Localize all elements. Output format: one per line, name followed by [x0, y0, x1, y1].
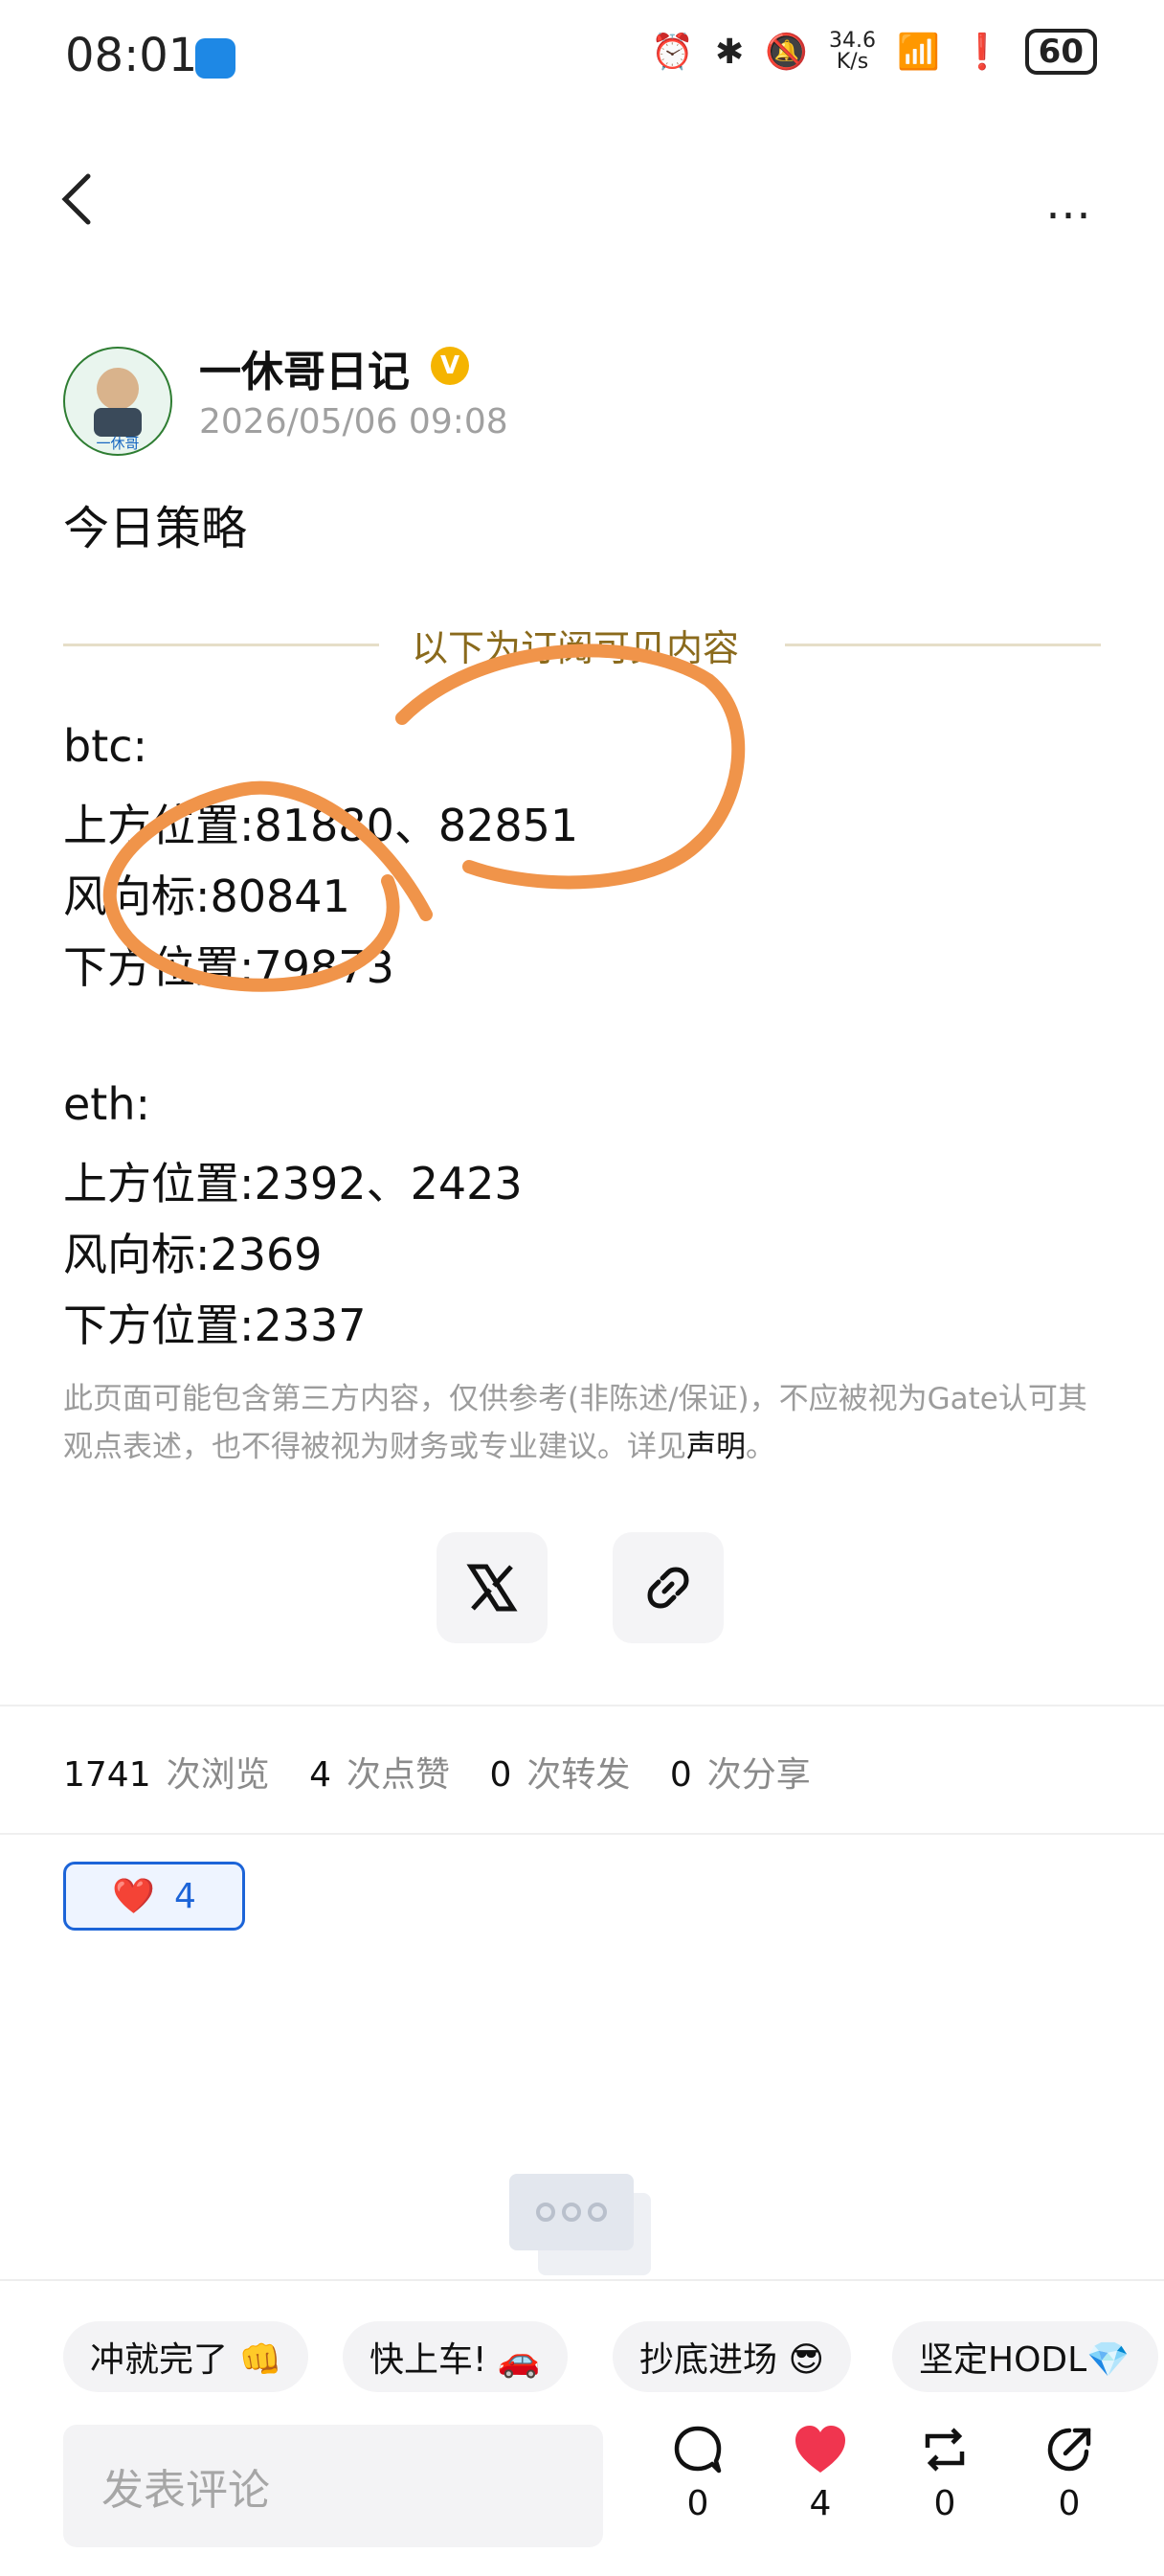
- reposts-count: 0: [489, 1755, 512, 1795]
- comment-input[interactable]: 发表评论: [63, 2425, 603, 2547]
- disclaimer-link[interactable]: 声明: [686, 1430, 746, 1464]
- copy-link-button[interactable]: [613, 1532, 724, 1643]
- wifi-icon: 📶: [897, 33, 940, 72]
- comment-action[interactable]: 0: [655, 2423, 741, 2523]
- post-date: 2026/05/06 09:08: [199, 402, 508, 441]
- x-logo-icon: [466, 1564, 518, 1612]
- disclaimer-body: 此页面可能包含第三方内容，仅供参考(非陈述/保证)，不应被视为Gate认可其观点…: [63, 1382, 1087, 1464]
- views-label: 次浏览: [166, 1755, 270, 1795]
- likes-count: 4: [309, 1755, 331, 1795]
- repost-icon: [925, 2428, 965, 2472]
- alarm-icon: ⏰: [651, 33, 695, 72]
- likes-label: 次点赞: [347, 1755, 451, 1795]
- eth-heading: eth:: [63, 1078, 150, 1130]
- share-icon: [1047, 2428, 1091, 2472]
- views-count: 1741: [63, 1755, 151, 1795]
- post-headline: 今日策略: [63, 502, 248, 555]
- eth-indicator: 风向标:2369: [63, 1229, 323, 1280]
- heart-filled-icon: [795, 2426, 845, 2473]
- like-count: 4: [809, 2484, 832, 2523]
- shares-count: 0: [669, 1755, 692, 1795]
- comment-icon: [674, 2426, 722, 2474]
- shares-label: 次分享: [706, 1755, 811, 1795]
- verified-icon: V: [431, 347, 469, 385]
- speed-unit: K/s: [836, 50, 869, 74]
- empty-comments-icon: [509, 2174, 651, 2275]
- share-count: 0: [1058, 2484, 1081, 2523]
- disclaimer-end: 。: [746, 1430, 775, 1464]
- back-icon[interactable]: [59, 170, 94, 228]
- repost-count: 0: [933, 2484, 956, 2523]
- mute-bell-icon: 🔕: [765, 33, 809, 72]
- divider: [0, 1833, 1164, 1835]
- speed-value: 34.6: [829, 29, 877, 53]
- eth-upper: 上方位置:2392、2423: [63, 1158, 523, 1209]
- divider: [0, 1705, 1164, 1706]
- post-stats: 1741 次浏览 4 次点赞 0 次转发 0 次分享: [63, 1747, 839, 1796]
- network-speed: 34.6 K/s: [829, 31, 876, 73]
- link-icon: [647, 1567, 689, 1609]
- avatar[interactable]: 一休哥: [63, 347, 172, 456]
- reposts-label: 次转发: [526, 1755, 631, 1795]
- repost-action[interactable]: 0: [902, 2423, 988, 2523]
- bluetooth-icon: ✱: [715, 32, 745, 72]
- reaction-count: 4: [173, 1876, 196, 1916]
- comment-count: 0: [686, 2484, 709, 2523]
- status-icons: ⏰ ✱ 🔕 34.6 K/s 📶 ❗ 60: [651, 29, 1097, 75]
- quick-reply-chip[interactable]: 抄底进场 😎: [613, 2321, 851, 2392]
- browser-icon: [195, 38, 235, 79]
- battery-indicator: 60: [1024, 29, 1097, 75]
- hand-drawn-circles: [102, 644, 746, 992]
- alert-icon: ❗: [960, 33, 1004, 72]
- status-time: 08:01: [65, 29, 198, 82]
- like-action[interactable]: 4: [777, 2423, 863, 2523]
- heart-icon: ❤️: [112, 1877, 155, 1916]
- more-options-icon[interactable]: ⋯: [1045, 188, 1097, 241]
- quick-reply-chip[interactable]: 冲就完了 👊: [63, 2321, 309, 2392]
- eth-lower: 下方位置:2337: [63, 1299, 367, 1351]
- quick-reply-chip[interactable]: 坚定HODL💎: [892, 2321, 1158, 2392]
- author-name[interactable]: 一休哥日记: [199, 337, 410, 398]
- quick-reply-chip[interactable]: 快上车! 🚗: [343, 2321, 568, 2392]
- share-x-button[interactable]: [436, 1532, 548, 1643]
- share-action[interactable]: 0: [1026, 2423, 1112, 2523]
- disclaimer-text: 此页面可能包含第三方内容，仅供参考(非陈述/保证)，不应被视为Gate认可其观点…: [63, 1375, 1097, 1471]
- avatar-caption: 一休哥: [96, 435, 139, 452]
- heart-reaction-button[interactable]: ❤️ 4: [63, 1862, 245, 1931]
